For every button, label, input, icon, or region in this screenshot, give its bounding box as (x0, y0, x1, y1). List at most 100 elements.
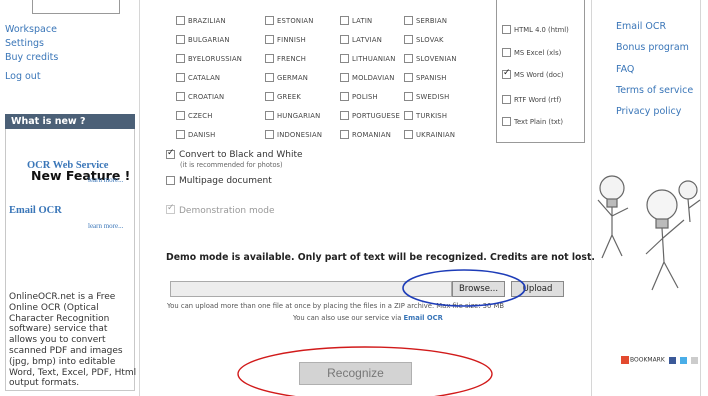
language-label-hungarian: HUNGARIAN (277, 112, 321, 120)
language-label-swedish: SWEDISH (416, 93, 450, 101)
language-checkbox-byelorussian[interactable] (176, 54, 185, 63)
language-checkbox-ukrainian[interactable] (404, 130, 413, 139)
email-ocr-sidebar-link[interactable]: Email OCR (9, 205, 62, 216)
language-label-portuguese: PORTUGUESE (352, 112, 400, 120)
language-label-czech: CZECH (188, 112, 213, 120)
language-checkbox-slovak[interactable] (404, 35, 413, 44)
language-label-latin: LATIN (352, 17, 373, 25)
upload-info-prefix: You can also use our service via (293, 314, 402, 322)
format-checkbox-0[interactable] (502, 25, 511, 34)
language-checkbox-bulgarian[interactable] (176, 35, 185, 44)
language-checkbox-danish[interactable] (176, 130, 185, 139)
language-label-bulgarian: BULGARIAN (188, 36, 230, 44)
language-label-serbian: SERBIAN (416, 17, 448, 25)
language-checkbox-latvian[interactable] (340, 35, 349, 44)
format-checkbox-1[interactable] (502, 48, 511, 57)
language-label-polish: POLISH (352, 93, 378, 101)
recognize-button[interactable]: Recognize (299, 362, 412, 385)
language-checkbox-finnish[interactable] (265, 35, 274, 44)
language-label-slovenian: SLOVENIAN (416, 55, 457, 63)
language-label-ukrainian: UKRAINIAN (416, 131, 456, 139)
language-label-byelorussian: BYELORUSSIAN (188, 55, 243, 63)
sidebar-link-buy-credits[interactable]: Buy credits (5, 52, 58, 63)
sidebar-link-log-out[interactable]: Log out (5, 71, 41, 82)
browse-button[interactable]: Browse... (452, 281, 505, 297)
language-label-greek: GREEK (277, 93, 302, 101)
language-checkbox-hungarian[interactable] (265, 111, 274, 120)
language-label-moldavian: MOLDAVIAN (352, 74, 395, 82)
format-checkbox-3[interactable] (502, 95, 511, 104)
language-checkbox-romanian[interactable] (340, 130, 349, 139)
format-label-4: Text Plain (txt) (514, 118, 564, 126)
language-label-croatian: CROATIAN (188, 93, 225, 101)
email-ocr-info-link[interactable]: Email OCR (404, 314, 443, 322)
language-label-german: GERMAN (277, 74, 309, 82)
sidebar-link-settings[interactable]: Settings (5, 38, 44, 49)
language-checkbox-french[interactable] (265, 54, 274, 63)
convert-bw-label: Convert to Black and White (179, 150, 303, 160)
language-checkbox-moldavian[interactable] (340, 73, 349, 82)
upload-info-line2: You can also use our service via Email O… (293, 314, 443, 322)
service-description: OnlineOCR.net is a Free Online OCR (Opti… (9, 292, 137, 389)
facebook-icon[interactable] (668, 356, 676, 364)
format-label-0: HTML 4.0 (html) (514, 26, 569, 34)
language-checkbox-catalan[interactable] (176, 73, 185, 82)
bookmark-widget[interactable]: BOOKMARK (621, 356, 698, 364)
language-label-finnish: FINNISH (277, 36, 306, 44)
multipage-checkbox[interactable] (166, 176, 175, 185)
sidebar-link-workspace[interactable]: Workspace (5, 24, 57, 35)
language-label-romanian: ROMANIAN (352, 131, 392, 139)
right-link-email-ocr[interactable]: Email OCR (616, 21, 666, 32)
format-checkbox-2[interactable] (502, 68, 511, 79)
language-checkbox-croatian[interactable] (176, 92, 185, 101)
right-link-faq[interactable]: FAQ (616, 64, 634, 75)
language-checkbox-lithuanian[interactable] (340, 54, 349, 63)
convert-bw-note: (it is recommended for photos) (180, 161, 283, 169)
file-path-input[interactable] (170, 281, 452, 297)
lightbulb-characters-illustration (597, 175, 701, 291)
language-label-latvian: LATVIAN (352, 36, 383, 44)
language-label-catalan: CATALAN (188, 74, 221, 82)
ocr-web-service-link-text[interactable]: OCR Web Service (27, 160, 108, 171)
convert-bw-checkbox[interactable] (166, 148, 175, 159)
language-label-spanish: SPANISH (416, 74, 447, 82)
language-checkbox-portuguese[interactable] (340, 111, 349, 120)
demo-mode-label: Demonstration mode (179, 206, 275, 216)
right-link-bonus-program[interactable]: Bonus program (616, 42, 689, 53)
format-checkbox-4[interactable] (502, 117, 511, 126)
language-label-lithuanian: LITHUANIAN (352, 55, 396, 63)
language-checkbox-czech[interactable] (176, 111, 185, 120)
language-checkbox-estonian[interactable] (265, 16, 274, 25)
learn-more-link-2[interactable]: learn more... (88, 222, 123, 230)
bookmark-label: BOOKMARK (630, 356, 665, 364)
right-link-privacy[interactable]: Privacy policy (616, 106, 681, 117)
format-label-1: MS Excel (xls) (514, 49, 562, 57)
language-checkbox-latin[interactable] (340, 16, 349, 25)
learn-more-link-1[interactable]: learn more... (88, 176, 123, 184)
format-label-3: RTF Word (rtf) (514, 96, 562, 104)
twitter-icon[interactable] (679, 356, 687, 364)
language-checkbox-serbian[interactable] (404, 16, 413, 25)
right-link-terms[interactable]: Terms of service (616, 85, 693, 96)
upload-button[interactable]: Upload (511, 281, 564, 297)
language-checkbox-indonesian[interactable] (265, 130, 274, 139)
bookmark-icon (621, 356, 629, 364)
language-label-turkish: TURKISH (416, 112, 448, 120)
email-share-icon[interactable] (690, 356, 698, 364)
language-checkbox-turkish[interactable] (404, 111, 413, 120)
language-checkbox-polish[interactable] (340, 92, 349, 101)
language-checkbox-german[interactable] (265, 73, 274, 82)
language-checkbox-swedish[interactable] (404, 92, 413, 101)
demo-mode-checkbox[interactable] (166, 203, 175, 214)
language-label-estonian: ESTONIAN (277, 17, 314, 25)
language-checkbox-slovenian[interactable] (404, 54, 413, 63)
whats-new-header: What is new ? (5, 114, 135, 129)
sidebar-top-box (32, 0, 120, 14)
language-checkbox-brazilian[interactable] (176, 16, 185, 25)
upload-info-line: You can upload more than one file at onc… (167, 302, 504, 310)
format-label-2: MS Word (doc) (514, 71, 564, 79)
language-checkbox-greek[interactable] (265, 92, 274, 101)
language-label-french: FRENCH (277, 55, 307, 63)
language-label-danish: DANISH (188, 131, 216, 139)
language-checkbox-spanish[interactable] (404, 73, 413, 82)
